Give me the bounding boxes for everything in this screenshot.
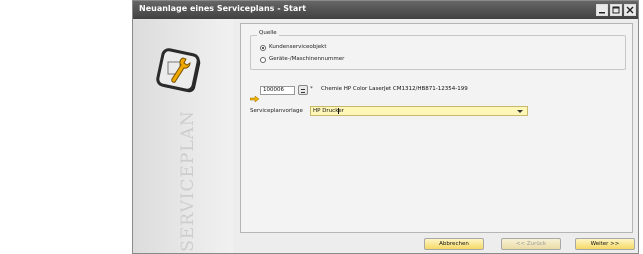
template-value: HP Drucker [313,108,344,114]
window-title: Neuanlage eines Serviceplans - Start [139,4,307,13]
radio-device-number[interactable] [260,57,266,63]
next-button[interactable]: Weiter >> [575,238,635,250]
template-label: Serviceplanvorlage [250,108,303,114]
link-arrow-icon[interactable] [249,87,260,103]
asterisk-icon: * [310,86,313,92]
cancel-button[interactable]: Abbrechen [424,238,484,250]
close-icon[interactable] [624,4,636,16]
back-button[interactable]: << Zurück [501,238,561,250]
chevron-down-icon[interactable] [517,110,523,113]
source-group-label: Quelle [257,30,279,36]
title-bar: Neuanlage eines Serviceplans - Start [133,1,638,19]
source-group: Quelle Kundenserviceobjekt Geräte-/Masch… [250,30,626,70]
wrench-icon [153,45,205,97]
wizard-window: Neuanlage eines Serviceplans - Start SER… [132,0,639,254]
minimize-icon[interactable] [596,4,608,16]
radio-label-customer-service-object: Kundenserviceobjekt [269,44,327,50]
radio-label-device-number: Geräte-/Maschinennummer [269,56,345,62]
template-dropdown[interactable]: HP Drucker [310,106,528,116]
content-panel: Quelle Kundenserviceobjekt Geräte-/Masch… [240,23,633,233]
text-cursor [338,108,339,114]
service-object-description: Chemie HP Color LaserJet CM1312/HB871-12… [321,86,468,92]
radio-customer-service-object[interactable] [260,45,266,51]
service-object-input[interactable]: 100006 [260,86,295,95]
maximize-icon[interactable] [610,4,622,16]
choose-from-list-button[interactable] [298,85,308,95]
wizard-sidebar: SERVICEPLAN [133,19,233,253]
sidebar-title: SERVICEPLAN [178,110,198,252]
